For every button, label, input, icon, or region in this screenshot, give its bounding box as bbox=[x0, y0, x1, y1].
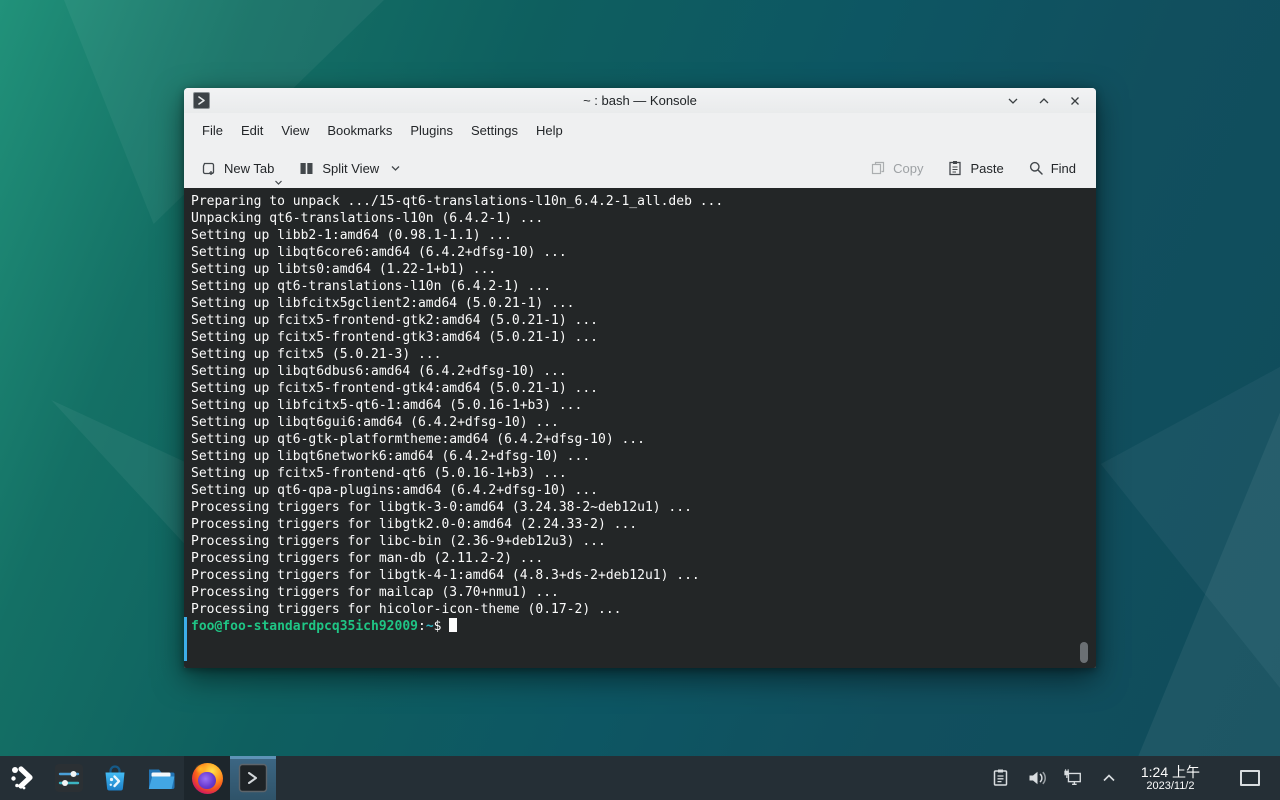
taskbar-konsole-task[interactable] bbox=[230, 756, 276, 800]
terminal-line: Processing triggers for libc-bin (2.36-9… bbox=[191, 533, 1086, 550]
terminal-line: Setting up qt6-translations-l10n (6.4.2-… bbox=[191, 278, 1086, 295]
menu-bar: FileEditViewBookmarksPluginsSettingsHelp bbox=[184, 113, 1096, 148]
copy-button[interactable]: Copy bbox=[863, 155, 930, 181]
terminal-line: Processing triggers for mailcap (3.70+nm… bbox=[191, 584, 1086, 601]
discover-icon bbox=[100, 763, 130, 793]
discover-launcher[interactable] bbox=[92, 756, 138, 800]
terminal-line: Setting up libfcitx5gclient2:amd64 (5.0.… bbox=[191, 295, 1086, 312]
terminal-line: Setting up libqt6gui6:amd64 (6.4.2+dfsg-… bbox=[191, 414, 1086, 431]
terminal-line: Processing triggers for man-db (2.11.2-2… bbox=[191, 550, 1086, 567]
taskbar-firefox-task[interactable] bbox=[184, 756, 230, 800]
find-icon bbox=[1028, 160, 1044, 176]
system-settings-icon bbox=[54, 763, 84, 793]
terminal-line: Processing triggers for hicolor-icon-the… bbox=[191, 601, 1086, 618]
terminal-line: Processing triggers for libgtk2.0-0:amd6… bbox=[191, 516, 1086, 533]
desktop: ~ : bash — Konsole FileEditViewBookmarks… bbox=[0, 0, 1280, 800]
window-titlebar[interactable]: ~ : bash — Konsole bbox=[184, 88, 1096, 113]
split-view-caret-icon bbox=[390, 164, 401, 172]
system-settings-launcher[interactable] bbox=[46, 756, 92, 800]
new-tab-button[interactable]: New Tab bbox=[193, 155, 281, 182]
new-output-indicator bbox=[184, 617, 187, 661]
terminal-view[interactable]: Preparing to unpack .../15-qt6-translati… bbox=[184, 188, 1096, 668]
terminal-line: Setting up fcitx5 (5.0.21-3) ... bbox=[191, 346, 1086, 363]
firefox-icon bbox=[192, 763, 223, 794]
menu-item-file[interactable]: File bbox=[193, 118, 232, 143]
terminal-line: Processing triggers for libgtk-3-0:amd64… bbox=[191, 499, 1086, 516]
dolphin-folder-icon bbox=[146, 763, 176, 793]
shell-prompt: foo@foo-standardpcq35ich92009:~$ bbox=[191, 618, 1086, 635]
digital-clock[interactable]: 1:24 上午 2023/11/2 bbox=[1141, 764, 1200, 793]
prompt-user-host: foo@foo-standardpcq35ich92009 bbox=[191, 619, 418, 634]
new-tab-icon bbox=[200, 160, 217, 177]
konsole-app-icon bbox=[193, 92, 210, 109]
terminal-line: Setting up qt6-qpa-plugins:amd64 (6.4.2+… bbox=[191, 482, 1086, 499]
find-button[interactable]: Find bbox=[1021, 155, 1083, 181]
copy-icon bbox=[870, 160, 886, 176]
terminal-cursor bbox=[449, 618, 457, 632]
minimize-icon[interactable] bbox=[1005, 93, 1021, 109]
menu-item-view[interactable]: View bbox=[272, 118, 318, 143]
terminal-line: Unpacking qt6-translations-l10n (6.4.2-1… bbox=[191, 210, 1086, 227]
terminal-line: Setting up libb2-1:amd64 (0.98.1-1.1) ..… bbox=[191, 227, 1086, 244]
terminal-line: Processing triggers for libgtk-4-1:amd64… bbox=[191, 567, 1086, 584]
terminal-line: Setting up libfcitx5-qt6-1:amd64 (5.0.16… bbox=[191, 397, 1086, 414]
terminal-line: Setting up fcitx5-frontend-gtk4:amd64 (5… bbox=[191, 380, 1086, 397]
terminal-line: Setting up libqt6network6:amd64 (6.4.2+d… bbox=[191, 448, 1086, 465]
terminal-line: Setting up qt6-gtk-platformtheme:amd64 (… bbox=[191, 431, 1086, 448]
taskbar-panel: 1:24 上午 2023/11/2 bbox=[0, 756, 1280, 800]
system-tray: 1:24 上午 2023/11/2 bbox=[991, 764, 1280, 793]
menu-item-edit[interactable]: Edit bbox=[232, 118, 272, 143]
paste-button[interactable]: Paste bbox=[940, 155, 1010, 181]
file-manager-launcher[interactable] bbox=[138, 756, 184, 800]
prompt-path: ~ bbox=[426, 619, 434, 634]
terminal-line: Setting up fcitx5-frontend-qt6 (5.0.16-1… bbox=[191, 465, 1086, 482]
show-desktop-button[interactable] bbox=[1240, 770, 1260, 786]
terminal-output: Preparing to unpack .../15-qt6-translati… bbox=[191, 193, 1086, 618]
menu-item-bookmarks[interactable]: Bookmarks bbox=[318, 118, 401, 143]
network-tray-icon[interactable] bbox=[1063, 768, 1083, 788]
app-launcher-button[interactable] bbox=[0, 756, 46, 800]
clock-time: 1:24 上午 bbox=[1141, 764, 1200, 780]
terminal-scrollbar-handle[interactable] bbox=[1080, 642, 1088, 663]
menu-item-settings[interactable]: Settings bbox=[462, 118, 527, 143]
terminal-line: Setting up libqt6dbus6:amd64 (6.4.2+dfsg… bbox=[191, 363, 1086, 380]
terminal-line: Setting up libqt6core6:amd64 (6.4.2+dfsg… bbox=[191, 244, 1086, 261]
kde-launcher-icon bbox=[9, 764, 37, 792]
konsole-icon bbox=[238, 763, 268, 793]
close-icon[interactable] bbox=[1067, 93, 1083, 109]
konsole-window: ~ : bash — Konsole FileEditViewBookmarks… bbox=[184, 88, 1096, 668]
maximize-icon[interactable] bbox=[1036, 93, 1052, 109]
terminal-line: Setting up fcitx5-frontend-gtk3:amd64 (5… bbox=[191, 329, 1086, 346]
paste-icon bbox=[947, 160, 963, 176]
window-title: ~ : bash — Konsole bbox=[184, 93, 1096, 108]
terminal-line: Setting up fcitx5-frontend-gtk2:amd64 (5… bbox=[191, 312, 1086, 329]
tray-expander-chevron-icon[interactable] bbox=[1099, 768, 1119, 788]
toolbar: New Tab Split View Copy bbox=[184, 148, 1096, 188]
menu-item-plugins[interactable]: Plugins bbox=[401, 118, 462, 143]
new-tab-caret-icon bbox=[274, 180, 283, 186]
clock-date: 2023/11/2 bbox=[1141, 780, 1200, 793]
terminal-line: Preparing to unpack .../15-qt6-translati… bbox=[191, 193, 1086, 210]
volume-tray-icon[interactable] bbox=[1027, 768, 1047, 788]
menu-item-help[interactable]: Help bbox=[527, 118, 572, 143]
split-view-button[interactable]: Split View bbox=[291, 155, 408, 182]
terminal-line: Setting up libts0:amd64 (1.22-1+b1) ... bbox=[191, 261, 1086, 278]
clipboard-tray-icon[interactable] bbox=[991, 768, 1011, 788]
split-view-icon bbox=[298, 160, 315, 177]
